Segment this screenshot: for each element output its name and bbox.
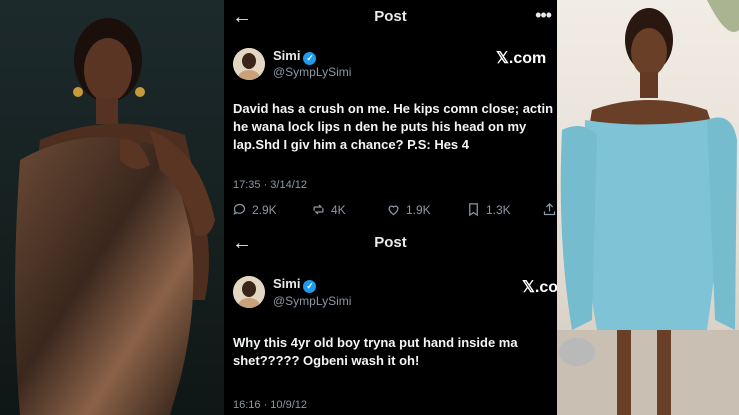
tweet-text: David has a crush on me. He kips comn cl… — [233, 101, 557, 152]
author-handle[interactable]: @SympLySimi — [273, 65, 351, 79]
repost-button[interactable]: 4K — [311, 202, 346, 217]
bookmark-icon — [469, 203, 478, 217]
x-site-badge: 𝕏.com — [496, 50, 547, 67]
share-icon — [543, 202, 556, 216]
post-card-1: ← Post ••• Simi ✓ @SympLySimi 𝕏.com David… — [224, 0, 557, 228]
x-site-badge: 𝕏.co — [522, 279, 557, 296]
reply-icon — [233, 203, 246, 216]
author-name: Simi — [273, 48, 301, 63]
author-handle[interactable]: @SympLySimi — [273, 294, 351, 308]
share-button[interactable] — [542, 202, 557, 217]
verified-badge-icon: ✓ — [303, 280, 317, 293]
reply-count: 2.9K — [252, 202, 277, 217]
author-name: Simi — [273, 276, 301, 291]
like-icon — [388, 205, 399, 216]
post-header: ← Post ••• — [224, 0, 557, 36]
photo-left — [0, 0, 224, 415]
like-button[interactable]: 1.9K — [386, 202, 431, 217]
like-count: 1.9K — [406, 202, 431, 217]
verified-badge-icon: ✓ — [303, 52, 317, 65]
tweet-text: Why this 4yr old boy tryna put hand insi… — [233, 335, 518, 368]
avatar[interactable] — [233, 48, 265, 80]
repost-icon — [313, 204, 324, 215]
bookmark-button[interactable]: 1.3K — [466, 202, 511, 217]
tweet-timestamp: 17:35 · 3/14/12 — [233, 179, 308, 191]
photo-right — [557, 0, 739, 415]
post-header-title: Post — [374, 234, 407, 251]
engagement-bar: 2.9K 4K 1.9K 1.3K — [224, 202, 557, 222]
tweet-panel: ← Post ••• Simi ✓ @SympLySimi 𝕏.com David… — [224, 0, 557, 415]
bookmark-count: 1.3K — [486, 202, 511, 217]
author-name-line[interactable]: Simi ✓ — [273, 48, 317, 65]
reply-button[interactable]: 2.9K — [232, 202, 277, 217]
post-header-title: Post — [374, 8, 407, 25]
more-icon[interactable]: ••• — [535, 5, 552, 26]
avatar[interactable] — [233, 276, 265, 308]
tweet-timestamp: 16:16 · 10/9/12 — [233, 399, 308, 411]
repost-count: 4K — [331, 202, 346, 217]
author-name-line[interactable]: Simi ✓ — [273, 276, 317, 293]
post-header: ← Post — [224, 228, 557, 264]
post-card-2: ← Post Simi ✓ @SympLySimi 𝕏.co Why this 4… — [224, 228, 557, 415]
